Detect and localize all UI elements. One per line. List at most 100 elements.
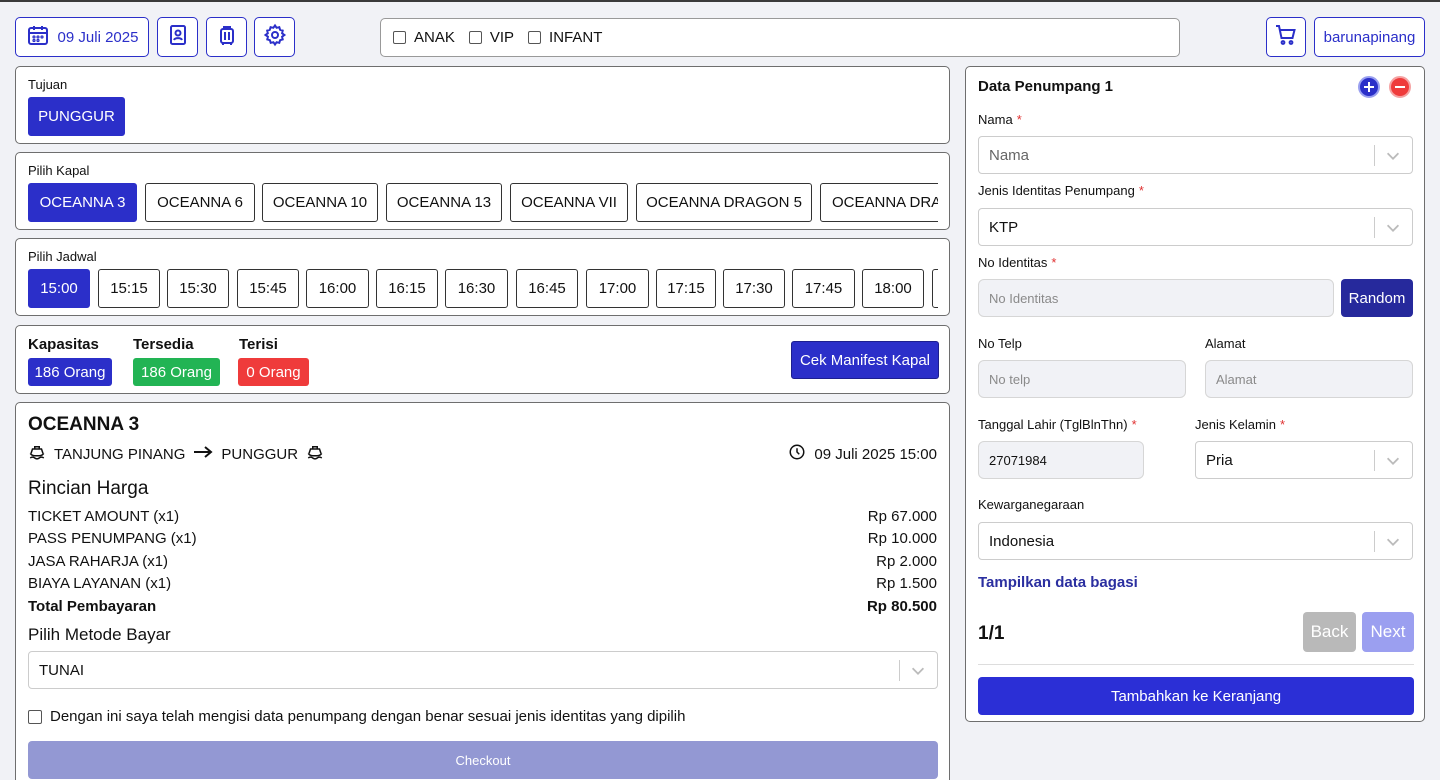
jadwal-option[interactable]: 18:00 (862, 269, 924, 308)
nama-select[interactable]: Nama (978, 136, 1413, 174)
trip-detail-panel: OCEANNA 3 TANJUNG PINANG PUNGGUR 09 Juli… (15, 402, 950, 780)
payment-method-value: TUNAI (39, 661, 84, 679)
jadwal-option[interactable]: 15:45 (237, 269, 299, 308)
gear-icon (263, 23, 287, 52)
kapal-option[interactable]: OCEANNA 13 (386, 183, 502, 222)
jadwal-option[interactable]: 17:15 (656, 269, 716, 308)
kapal-option[interactable]: OCEANNA 6 (145, 183, 255, 222)
selected-date: 09 Juli 2025 (57, 28, 139, 46)
luggage-icon (215, 23, 239, 52)
jadwal-option[interactable]: 16:00 (306, 269, 369, 308)
price-line: BIAYA LAYANAN (x1) Rp 1.500 (28, 575, 937, 592)
cart-button[interactable] (1266, 17, 1306, 57)
price-line: PASS PENUMPANG (x1) Rp 10.000 (28, 530, 937, 547)
username: barunapinang (1323, 28, 1416, 46)
tanggal-lahir-input[interactable]: 27071984 (978, 441, 1144, 479)
jadwal-option[interactable]: 16:45 (516, 269, 578, 308)
price-label: BIAYA LAYANAN (x1) (28, 575, 172, 592)
next-button[interactable]: Next (1362, 612, 1414, 652)
plus-icon (1360, 82, 1378, 100)
jenis-kelamin-label: Jenis Kelamin * (1195, 417, 1285, 432)
contact-book-icon (166, 23, 190, 52)
kapal-option[interactable]: OCEANNA 10 (262, 183, 378, 222)
random-button[interactable]: Random (1341, 279, 1413, 317)
filter-infant[interactable]: INFANT (528, 29, 602, 46)
luggage-button[interactable] (206, 17, 247, 57)
total-label: Total Pembayaran (28, 598, 157, 615)
cek-manifest-button[interactable]: Cek Manifest Kapal (791, 341, 939, 379)
price-line: TICKET AMOUNT (x1) Rp 67.000 (28, 508, 937, 525)
add-passenger-button[interactable] (1358, 76, 1380, 98)
terisi-label: Terisi (239, 336, 278, 353)
total-line: Total Pembayaran Rp 80.500 (28, 598, 937, 615)
checkbox-infant[interactable] (528, 31, 542, 44)
jadwal-option[interactable]: 17:00 (586, 269, 649, 308)
divider (978, 664, 1414, 665)
tanggal-lahir-label: Tanggal Lahir (TglBlnThn) * (978, 417, 1137, 432)
kapasitas-badge: 186 Orang (28, 358, 112, 386)
jadwal-option[interactable]: 17:30 (723, 269, 785, 308)
kapal-option[interactable]: OCEANNA DRA (820, 183, 938, 222)
jadwal-option[interactable]: 15:00 (28, 269, 90, 308)
agreement-text: Dengan ini saya telah mengisi data penum… (50, 708, 686, 725)
payment-method-select[interactable]: TUNAI (28, 651, 938, 689)
remove-passenger-button[interactable] (1389, 76, 1411, 98)
kewarganegaraan-value: Indonesia (989, 532, 1055, 550)
contacts-button[interactable] (157, 17, 198, 57)
agreement-checkbox[interactable] (28, 709, 42, 724)
kapal-panel: Pilih Kapal OCEANNA 3 OCEANNA 6 OCEANNA … (15, 152, 950, 230)
tujuan-option-punggur[interactable]: PUNGGUR (28, 97, 125, 136)
alamat-input[interactable]: Alamat (1205, 360, 1413, 398)
rincian-title: Rincian Harga (28, 478, 149, 499)
tampilkan-bagasi-link[interactable]: Tampilkan data bagasi (978, 574, 1138, 591)
jadwal-option[interactable]: 15:30 (167, 269, 229, 308)
jadwal-option[interactable]: 17:45 (792, 269, 855, 308)
tujuan-panel: Tujuan PUNGGUR (15, 66, 950, 144)
price-label: JASA RAHARJA (x1) (28, 553, 169, 570)
route-origin: TANJUNG PINANG (54, 445, 186, 463)
checkbox-anak[interactable] (393, 31, 406, 44)
jadwal-panel: Pilih Jadwal 15:00 15:15 15:30 15:45 16:… (15, 238, 950, 316)
back-button[interactable]: Back (1303, 612, 1356, 652)
jenis-identitas-select[interactable]: KTP (978, 208, 1413, 246)
jadwal-option-partial[interactable] (932, 269, 938, 308)
jadwal-option[interactable]: 15:15 (98, 269, 160, 308)
payment-title: Pilih Metode Bayar (28, 625, 171, 644)
add-to-cart-button[interactable]: Tambahkan ke Keranjang (978, 677, 1414, 715)
chevron-down-icon (1384, 219, 1402, 237)
tersedia-badge: 186 Orang (133, 358, 220, 386)
price-amount: Rp 10.000 (867, 530, 937, 547)
kapal-option[interactable]: OCEANNA 3 (28, 183, 137, 222)
top-border (0, 0, 1440, 2)
checkout-button[interactable]: Checkout (28, 741, 938, 779)
select-separator (1374, 145, 1375, 166)
filter-vip[interactable]: VIP (468, 29, 514, 46)
kapal-option[interactable]: OCEANNA VII (510, 183, 628, 222)
checkbox-vip[interactable] (468, 31, 482, 44)
departure-datetime: 09 Juli 2025 15:00 (814, 445, 937, 463)
price-label: TICKET AMOUNT (x1) (28, 508, 180, 525)
no-identitas-input[interactable]: No Identitas (978, 279, 1334, 317)
user-account-button[interactable]: barunapinang (1314, 17, 1425, 57)
kapal-option[interactable]: OCEANNA DRAGON 5 (636, 183, 812, 222)
no-telp-input[interactable]: No telp (978, 360, 1186, 398)
jadwal-option[interactable]: 16:15 (376, 269, 438, 308)
kapal-scroll[interactable]: OCEANNA 3 OCEANNA 6 OCEANNA 10 OCEANNA 1… (16, 153, 938, 229)
settings-button[interactable] (254, 17, 295, 57)
chevron-down-icon (1384, 533, 1402, 551)
nama-placeholder: Nama (989, 146, 1030, 164)
price-line: JASA RAHARJA (x1) Rp 2.000 (28, 553, 937, 570)
ship-icon (28, 443, 46, 465)
date-picker-button[interactable]: 09 Juli 2025 (15, 17, 149, 57)
select-separator (1374, 450, 1375, 471)
route-destination: PUNGGUR (221, 445, 299, 463)
filter-anak[interactable]: ANAK (393, 29, 455, 46)
kewarganegaraan-select[interactable]: Indonesia (978, 522, 1413, 560)
jadwal-scroll[interactable]: 15:00 15:15 15:30 15:45 16:00 16:15 16:3… (16, 239, 938, 315)
jadwal-option[interactable]: 16:30 (445, 269, 508, 308)
select-separator (1374, 531, 1375, 552)
no-telp-label: No Telp (978, 336, 1022, 351)
jenis-kelamin-select[interactable]: Pria (1195, 441, 1413, 479)
chevron-down-icon (1384, 147, 1402, 165)
price-amount: Rp 67.000 (867, 508, 937, 525)
